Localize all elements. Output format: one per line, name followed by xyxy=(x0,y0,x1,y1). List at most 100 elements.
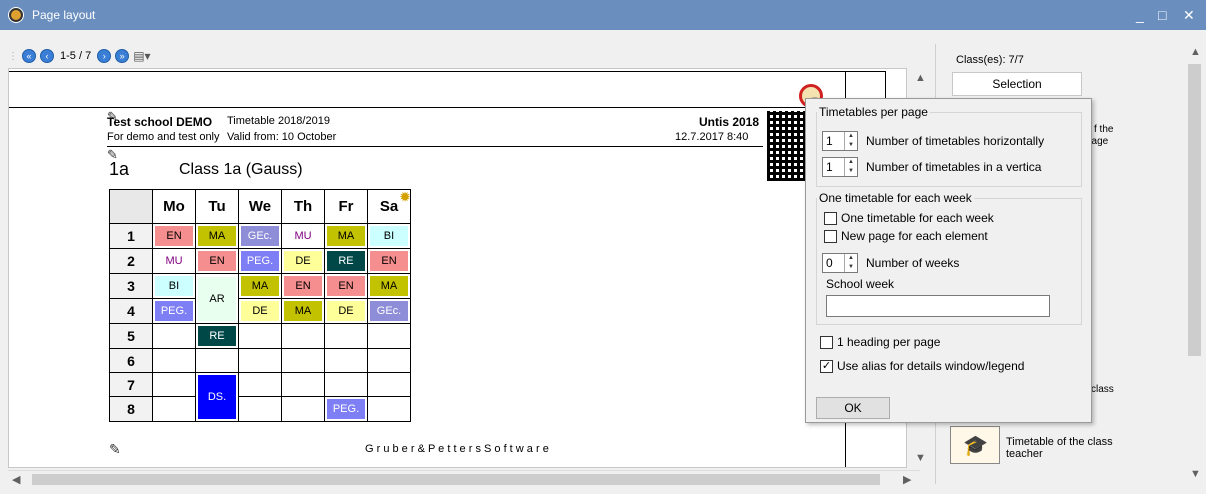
lesson-cell[interactable]: DS. xyxy=(195,372,239,422)
lesson-cell[interactable] xyxy=(324,348,368,373)
last-page-icon[interactable]: » xyxy=(115,49,130,63)
new-page-checkbox[interactable]: New page for each element xyxy=(824,229,988,243)
lesson-cell[interactable]: BI xyxy=(367,223,411,249)
lesson-cell[interactable]: BI xyxy=(152,273,196,299)
one-timetable-checkbox[interactable]: One timetable for each week xyxy=(824,211,994,225)
header-rule xyxy=(107,146,763,147)
lesson-cell[interactable]: PEG. xyxy=(238,248,282,274)
day-header: Tu xyxy=(195,189,239,224)
preview-horizontal-scrollbar[interactable]: ◀ ▶ xyxy=(8,470,920,487)
period-label: 5 xyxy=(109,323,153,349)
lesson-cell[interactable] xyxy=(152,396,196,422)
lesson-cell[interactable]: MU xyxy=(281,223,325,249)
vertical-count-spinner[interactable]: 1 ▲ ▼ Number of timetables in a vertica xyxy=(822,157,1041,177)
lesson-cell[interactable] xyxy=(367,372,411,397)
qr-code xyxy=(767,111,805,181)
use-alias-checkbox[interactable]: ✓ Use alias for details window/legend xyxy=(820,359,1024,373)
period-label: 7 xyxy=(109,372,153,397)
edit-pencil-icon[interactable]: ✎ xyxy=(109,441,121,458)
school-subtitle: For demo and test only xyxy=(107,131,220,143)
scroll-up-icon[interactable]: ▲ xyxy=(1190,46,1201,58)
scroll-down-icon[interactable]: ▼ xyxy=(915,452,926,464)
scroll-thumb[interactable] xyxy=(1188,64,1201,356)
lesson-cell[interactable] xyxy=(367,323,411,349)
lesson-cell[interactable]: DE xyxy=(281,248,325,274)
lesson-cell[interactable]: EN xyxy=(195,248,239,274)
lesson-cell[interactable]: GEc. xyxy=(367,298,411,324)
lesson-cell[interactable] xyxy=(367,348,411,373)
selection-button[interactable]: Selection xyxy=(952,72,1082,96)
next-page-icon[interactable]: › xyxy=(97,49,112,63)
window-title: Page layout xyxy=(32,8,96,22)
vertical-count-label: Number of timetables in a vertica xyxy=(866,160,1042,174)
print-preview[interactable]: ✎ Test school DEMO For demo and test onl… xyxy=(8,68,907,468)
lesson-cell[interactable] xyxy=(152,372,196,397)
settings-gear-icon[interactable]: ✹ xyxy=(400,190,410,204)
teacher-timetable-tile[interactable]: 🎓 xyxy=(950,426,1000,464)
lesson-cell[interactable] xyxy=(367,396,411,422)
lesson-cell[interactable]: MA xyxy=(281,298,325,324)
preview-toolbar: ⋮ « ‹ 1-5 / 7 › » ▤▾ xyxy=(8,44,151,68)
group-title: Timetables per page xyxy=(819,105,928,119)
teacher-timetable-label[interactable]: Timetable of the class teacher xyxy=(1006,436,1136,460)
title-bar: Page layout _ □ ✕ xyxy=(0,0,1206,30)
lesson-cell[interactable]: DE xyxy=(324,298,368,324)
lesson-cell[interactable]: EN xyxy=(152,223,196,249)
lesson-cell[interactable] xyxy=(281,396,325,422)
document-menu-icon[interactable]: ▤▾ xyxy=(133,49,150,63)
lesson-cell[interactable]: MA xyxy=(195,223,239,249)
footer-text: G r u b e r & P e t t e r s S o f t w a … xyxy=(365,443,549,455)
timetable-grid: Mo Tu We Th Fr Sa ✹ 1 EN MA GEc. MU MA B… xyxy=(109,189,411,422)
period-label: 8 xyxy=(109,396,153,422)
minimize-button[interactable]: _ xyxy=(1136,6,1144,24)
page-info: 1-5 / 7 xyxy=(60,50,92,62)
product-name: Untis 2018 xyxy=(699,115,760,129)
lesson-cell[interactable]: RE xyxy=(195,323,239,349)
heading-per-page-checkbox[interactable]: 1 heading per page xyxy=(820,335,940,349)
school-week-input[interactable] xyxy=(826,295,1050,317)
timetable-title: Timetable 2018/2019 xyxy=(227,115,330,127)
lesson-cell[interactable]: RE xyxy=(324,248,368,274)
lesson-cell[interactable] xyxy=(238,323,282,349)
lesson-cell[interactable]: PEG. xyxy=(324,396,368,422)
lesson-cell[interactable] xyxy=(238,372,282,397)
close-button[interactable]: ✕ xyxy=(1183,6,1195,24)
lesson-cell[interactable] xyxy=(195,348,239,373)
lesson-cell[interactable] xyxy=(281,372,325,397)
scroll-down-icon[interactable]: ▼ xyxy=(1190,468,1201,480)
lesson-cell[interactable]: DE xyxy=(238,298,282,324)
first-page-icon[interactable]: « xyxy=(22,49,36,63)
lesson-cell[interactable] xyxy=(324,323,368,349)
period-label: 6 xyxy=(109,348,153,373)
period-label: 3 xyxy=(109,273,153,299)
panel-vertical-scrollbar[interactable]: ▲ ▼ xyxy=(1186,44,1203,484)
horizontal-count-spinner[interactable]: 1 ▲ ▼ Number of timetables horizontally xyxy=(822,131,1044,151)
scroll-left-icon[interactable]: ◀ xyxy=(12,473,20,486)
lesson-cell[interactable] xyxy=(152,323,196,349)
print-date: 12.7.2017 8:40 xyxy=(675,131,749,143)
lesson-cell[interactable] xyxy=(281,323,325,349)
lesson-cell[interactable]: MA xyxy=(238,273,282,299)
lesson-cell[interactable]: EN xyxy=(367,248,411,274)
lesson-cell[interactable]: MU xyxy=(152,248,196,274)
lesson-cell[interactable]: GEc. xyxy=(238,223,282,249)
scroll-up-icon[interactable]: ▲ xyxy=(915,72,926,84)
scroll-right-icon[interactable]: ▶ xyxy=(903,473,911,486)
lesson-cell[interactable]: EN xyxy=(324,273,368,299)
lesson-cell[interactable] xyxy=(238,348,282,373)
scroll-thumb[interactable] xyxy=(32,474,880,485)
weeks-spinner[interactable]: 0 ▲ ▼ Number of weeks xyxy=(822,253,959,273)
lesson-cell[interactable]: PEG. xyxy=(152,298,196,324)
lesson-cell[interactable]: MA xyxy=(367,273,411,299)
lesson-cell[interactable] xyxy=(152,348,196,373)
lesson-cell[interactable] xyxy=(324,372,368,397)
maximize-button[interactable]: □ xyxy=(1158,6,1166,24)
margin-line xyxy=(9,71,885,72)
lesson-cell[interactable]: EN xyxy=(281,273,325,299)
ok-button[interactable]: OK xyxy=(816,397,890,419)
lesson-cell[interactable]: AR xyxy=(195,273,239,324)
lesson-cell[interactable]: MA xyxy=(324,223,368,249)
lesson-cell[interactable] xyxy=(238,396,282,422)
lesson-cell[interactable] xyxy=(281,348,325,373)
prev-page-icon[interactable]: ‹ xyxy=(40,49,54,63)
